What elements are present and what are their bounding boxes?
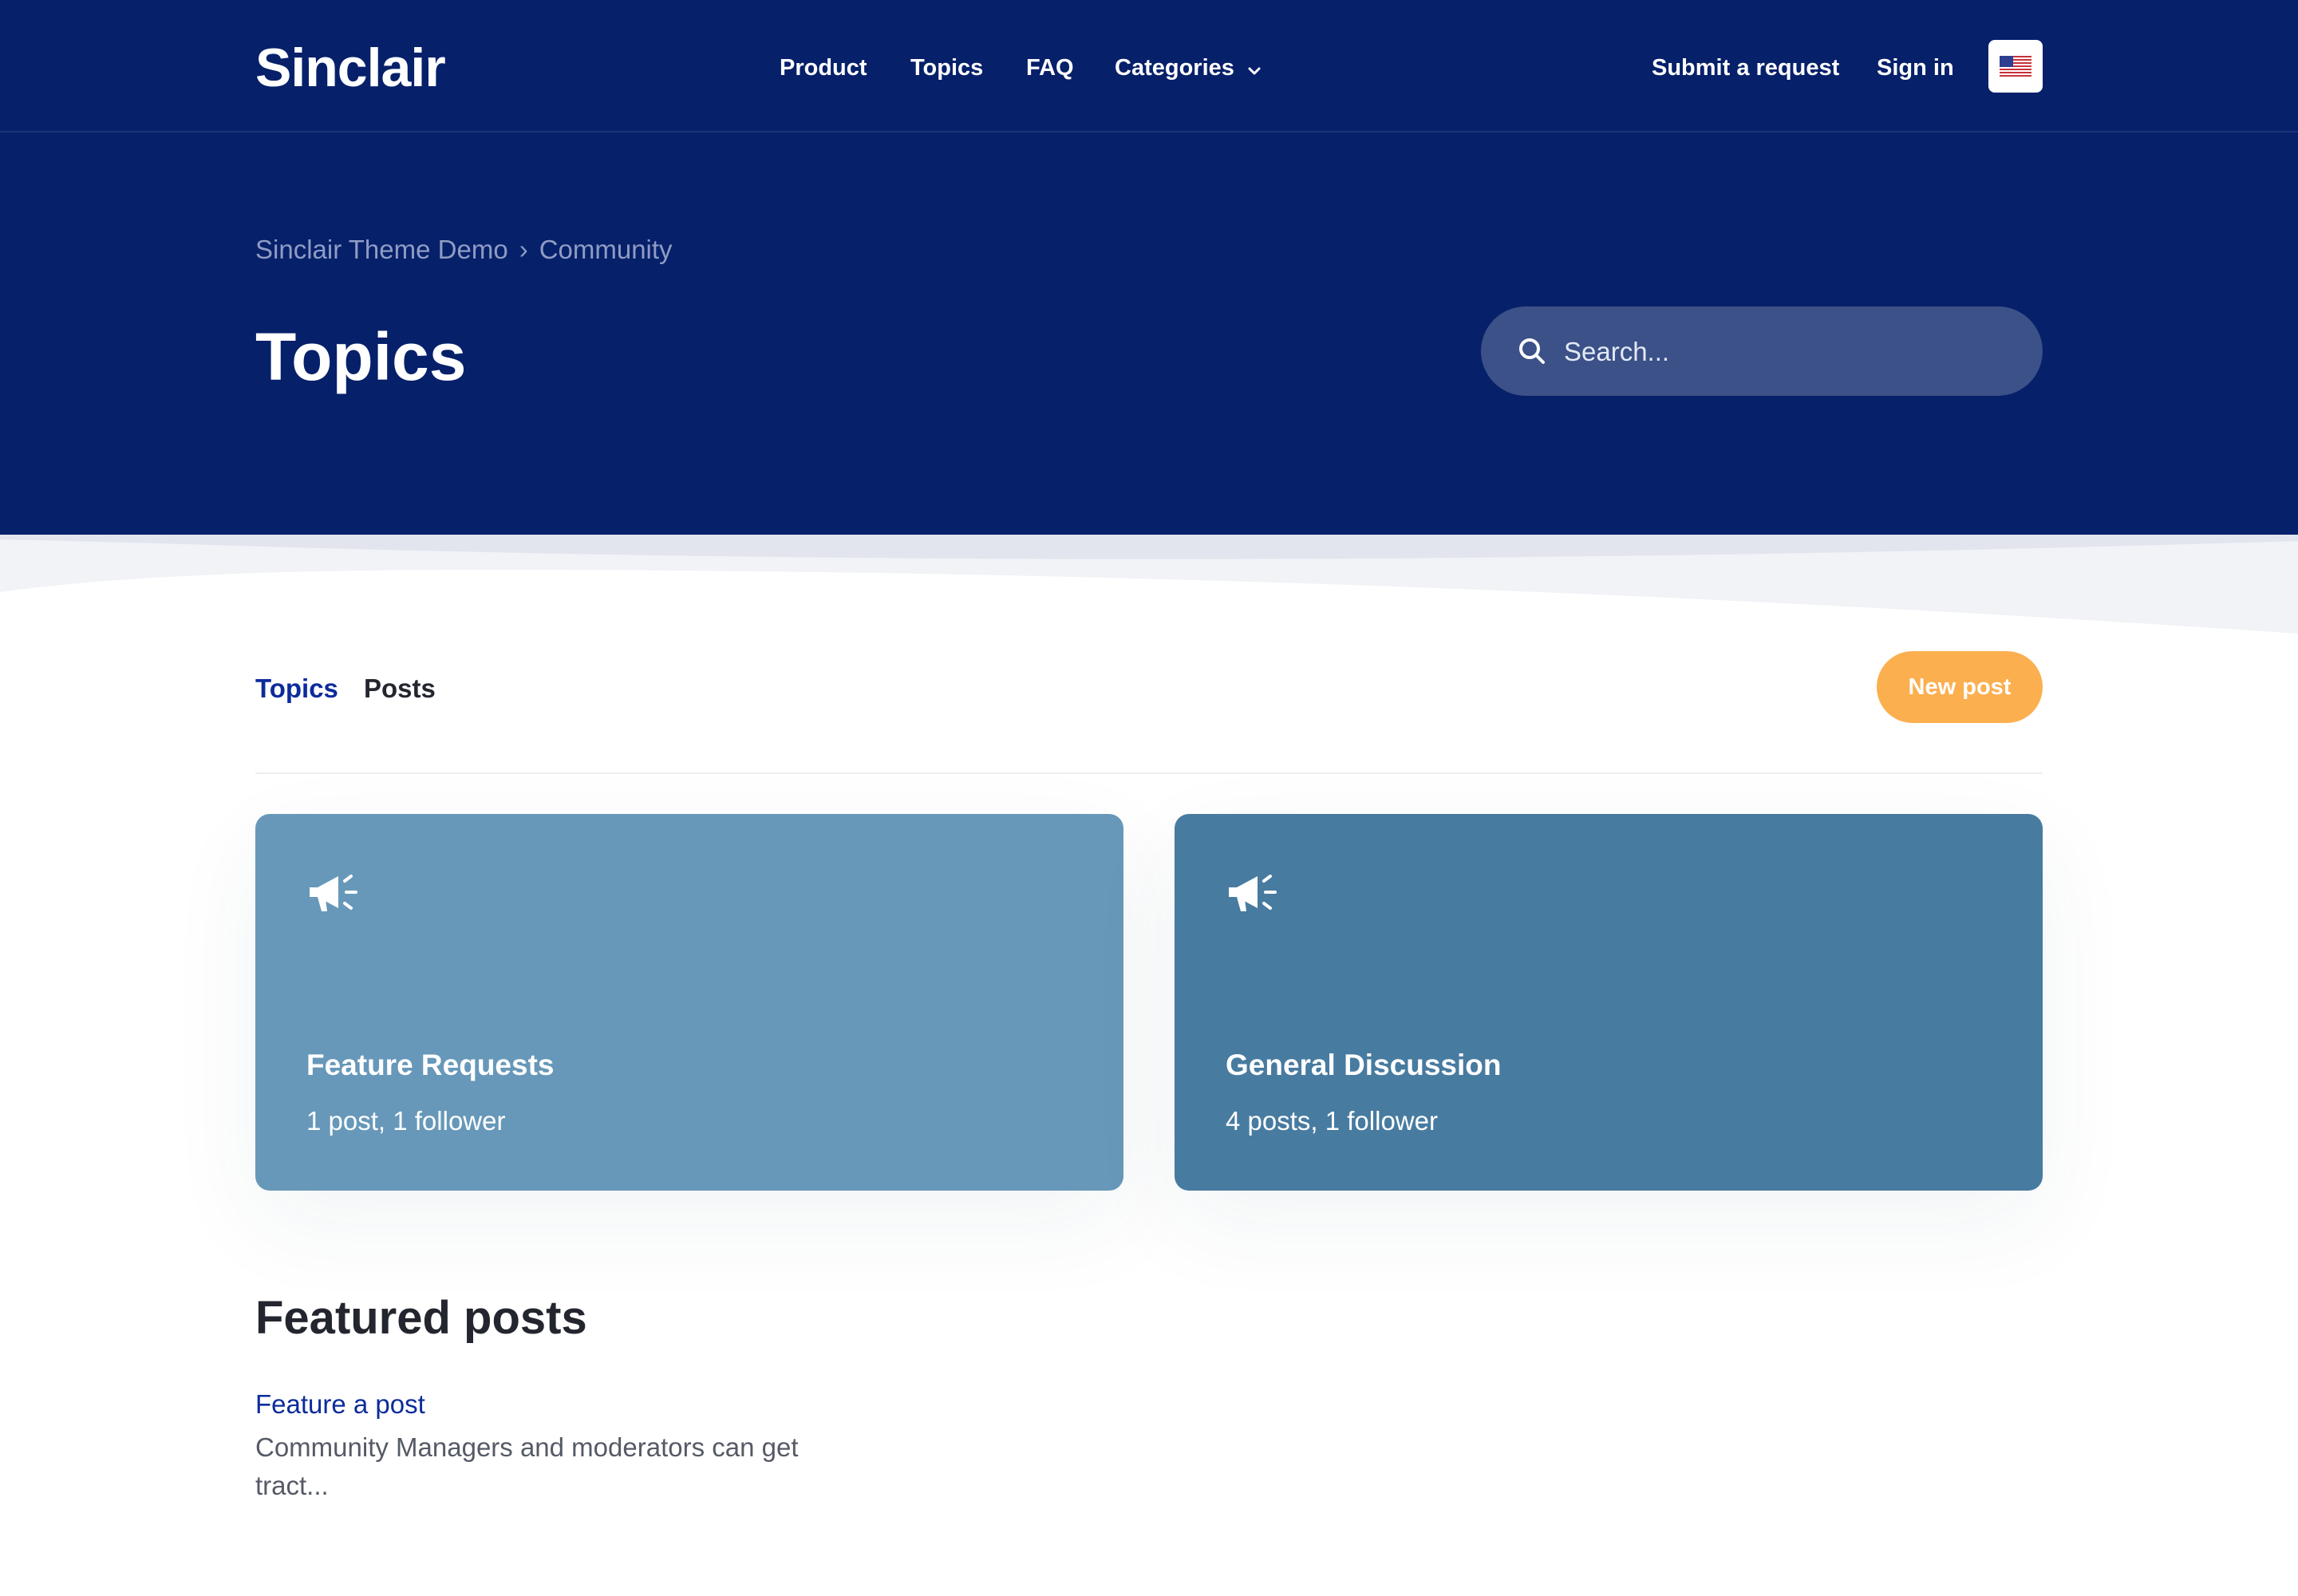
nav-item-faq[interactable]: FAQ: [1026, 48, 1074, 88]
breadcrumb-item-community[interactable]: Community: [539, 235, 673, 264]
nav-item-product[interactable]: Product: [780, 48, 867, 88]
topic-card-title: General Discussion: [1226, 1049, 1502, 1081]
topic-card-meta: 4 posts, 1 follower: [1226, 1106, 1438, 1136]
topic-card-general-discussion[interactable]: General Discussion 4 posts, 1 follower: [1175, 814, 2043, 1191]
breadcrumb: Sinclair Theme Demo › Community: [255, 230, 673, 270]
featured-post-link[interactable]: Feature a post: [255, 1385, 425, 1424]
nav-item-categories[interactable]: Categories: [1115, 48, 1262, 88]
search-bar: [1481, 306, 2043, 397]
search-icon: [1519, 338, 1545, 364]
topic-card-meta: 1 post, 1 follower: [306, 1106, 506, 1136]
language-selector[interactable]: [1988, 40, 2043, 93]
us-flag-icon: [2000, 56, 2031, 77]
topic-card-feature-requests[interactable]: Feature Requests 1 post, 1 follower: [255, 814, 1123, 1191]
breadcrumb-item-home[interactable]: Sinclair Theme Demo: [255, 235, 508, 264]
sign-in-link[interactable]: Sign in: [1877, 48, 1954, 88]
chevron-down-icon: [1247, 49, 1262, 89]
submit-request-link[interactable]: Submit a request: [1652, 48, 1839, 88]
tab-topics[interactable]: Topics: [255, 669, 338, 709]
megaphone-icon: [1229, 875, 1277, 911]
new-post-button[interactable]: New post: [1877, 651, 2043, 723]
nav-categories-label: Categories: [1115, 55, 1234, 81]
search-input[interactable]: [1562, 306, 2012, 397]
featured-posts-heading: Featured posts: [255, 1292, 587, 1344]
featured-post-excerpt: Community Managers and moderators can ge…: [255, 1432, 799, 1500]
page-title: Topics: [255, 319, 467, 394]
tab-posts[interactable]: Posts: [364, 669, 436, 709]
megaphone-icon: [310, 875, 357, 911]
header-divider: [0, 131, 2298, 132]
hero-wave-divider: [0, 535, 2298, 634]
topic-card-title: Feature Requests: [306, 1049, 555, 1081]
nav-item-topics[interactable]: Topics: [910, 48, 983, 88]
breadcrumb-separator: ›: [519, 235, 528, 264]
site-logo[interactable]: Sinclair: [255, 32, 446, 104]
content-divider: [255, 772, 2043, 774]
